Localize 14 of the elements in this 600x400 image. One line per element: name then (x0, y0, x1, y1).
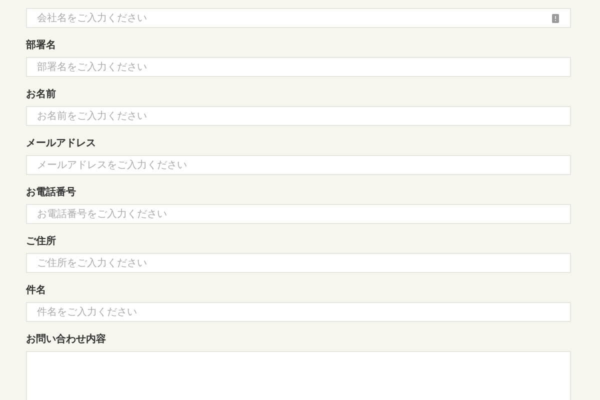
field-label: お問い合わせ内容 (26, 333, 106, 347)
input-field[interactable]: お電話番号をご入力ください (26, 204, 571, 224)
input-field[interactable]: 会社名をご入力ください (26, 8, 571, 28)
input-field[interactable]: メールアドレスをご入力ください (26, 155, 571, 175)
input-field[interactable]: お名前をご入力ください (26, 106, 571, 126)
field-label: お電話番号 (26, 186, 76, 200)
field-label: 件名 (26, 284, 46, 298)
field-label: メールアドレス (26, 137, 96, 151)
input-field[interactable]: ご住所をご入力ください (26, 253, 571, 273)
field-label: 部署名 (26, 39, 56, 53)
input-field[interactable]: 件名をご入力ください (26, 302, 571, 322)
input-field[interactable]: 部署名をご入力ください (26, 57, 571, 77)
field-label: お名前 (26, 88, 56, 102)
field-label: ご住所 (26, 235, 56, 249)
